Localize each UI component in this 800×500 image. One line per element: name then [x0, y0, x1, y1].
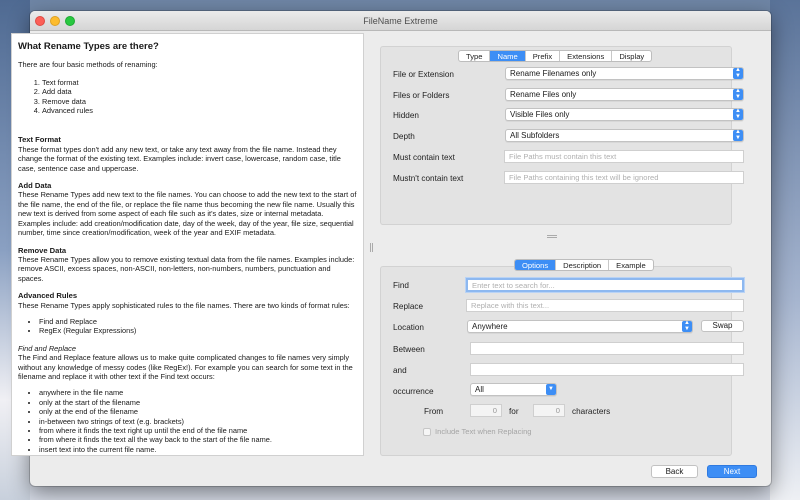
section-heading-add-data: Add Data: [18, 181, 52, 191]
chevron-updown-icon: ▲ ▼: [733, 129, 743, 141]
title-bar: FileName Extreme: [30, 11, 771, 31]
for-label: for: [509, 407, 519, 416]
files-or-folders-label: Files or Folders: [393, 91, 450, 100]
chevron-updown-icon: ▲ ▼: [733, 108, 743, 120]
find-input[interactable]: [466, 278, 744, 292]
include-text-option: Include Text when Replacing: [423, 427, 532, 436]
hidden-label: Hidden: [393, 111, 419, 120]
find-replace-heading: Find and Replace: [18, 343, 76, 353]
next-label: Next: [723, 467, 741, 476]
tab-type[interactable]: Type: [459, 51, 491, 61]
help-document: What Rename Types are there? There are f…: [11, 33, 364, 456]
file-or-extension-select[interactable]: Rename Filenames only ▲ ▼: [505, 67, 744, 80]
chevron-updown-icon: ▲ ▼: [682, 320, 692, 332]
section-heading-text-format: Text Format: [18, 135, 61, 145]
find-label: Find: [393, 281, 409, 290]
next-button[interactable]: Next: [707, 465, 757, 478]
window-title: FileName Extreme: [363, 16, 438, 26]
back-button[interactable]: Back: [651, 465, 698, 478]
list-item: Find and Replace: [39, 317, 357, 326]
between-start-input[interactable]: [470, 342, 744, 355]
chevron-updown-icon: ▲ ▼: [733, 67, 743, 79]
tab-description[interactable]: Description: [556, 260, 610, 270]
occurrence-select[interactable]: All ▼: [470, 383, 557, 396]
list-item: RegEx (Regular Expressions): [39, 326, 357, 335]
rule-kinds-list: Find and Replace RegEx (Regular Expressi…: [39, 317, 357, 336]
must-contain-label: Must contain text: [393, 153, 455, 162]
mustnt-contain-input[interactable]: [504, 171, 744, 184]
close-window-button[interactable]: [35, 16, 45, 26]
between-label: Between: [393, 345, 425, 354]
tab-options[interactable]: Options: [515, 260, 557, 270]
list-item: from where it finds the text right up un…: [39, 426, 357, 435]
find-replace-body: The Find and Replace feature allows us t…: [18, 353, 353, 381]
list-item: only at the start of the filename: [39, 398, 357, 407]
replace-input[interactable]: [466, 299, 744, 312]
location-select[interactable]: Anywhere ▲ ▼: [467, 320, 693, 333]
location-label: Location: [393, 323, 424, 332]
list-item: Advanced rules: [42, 106, 357, 115]
tab-prefix[interactable]: Prefix: [526, 51, 561, 61]
swap-label: Swap: [712, 321, 733, 330]
characters-label: characters: [572, 407, 611, 416]
files-or-folders-value: Rename Files only: [510, 90, 577, 99]
list-item: from where it finds the text all the way…: [39, 435, 357, 444]
from-stepper[interactable]: 0: [470, 404, 502, 417]
list-item: Add data: [42, 87, 357, 96]
section-body-text-format: These format types don't add any new tex…: [18, 144, 341, 173]
for-stepper[interactable]: 0: [533, 404, 565, 417]
location-value: Anywhere: [472, 322, 508, 331]
tab-extensions[interactable]: Extensions: [560, 51, 613, 61]
file-or-extension-value: Rename Filenames only: [510, 69, 597, 78]
tab-example[interactable]: Example: [609, 260, 653, 270]
section-body-remove-data: These Rename Types allow you to remove e…: [18, 254, 355, 283]
include-text-label: Include Text when Replacing: [435, 427, 532, 436]
section-body-advanced-rules: These Rename Types apply sophisticated r…: [18, 300, 350, 310]
hidden-select[interactable]: Visible Files only ▲ ▼: [505, 108, 744, 121]
and-label: and: [393, 366, 407, 375]
depth-label: Depth: [393, 132, 415, 141]
methods-list: Text format Add data Remove data Advance…: [42, 78, 357, 116]
list-item: in-between two strings of text (e.g. bra…: [39, 417, 357, 426]
list-item: Text format: [42, 78, 357, 87]
swap-button[interactable]: Swap: [701, 320, 744, 332]
file-or-extension-label: File or Extension: [393, 70, 454, 79]
vertical-split-handle[interactable]: [370, 243, 373, 252]
doc-intro: There are four basic methods of renaming…: [18, 60, 158, 70]
horizontal-split-handle[interactable]: [547, 235, 557, 238]
mustnt-contain-label: Mustn't contain text: [393, 174, 464, 183]
list-item: anywhere in the file name: [39, 388, 357, 397]
section-heading-remove-data: Remove Data: [18, 245, 67, 255]
doc-title: What Rename Types are there?: [18, 41, 159, 52]
tab-name[interactable]: Name: [490, 51, 526, 61]
tab-display[interactable]: Display: [612, 51, 651, 61]
files-or-folders-select[interactable]: Rename Files only ▲ ▼: [505, 88, 744, 101]
depth-value: All Subfolders: [510, 131, 560, 140]
from-label: From: [424, 407, 444, 416]
occurrence-value: All: [475, 385, 484, 394]
list-item: Remove data: [42, 97, 357, 106]
occurrence-label: occurrence: [393, 387, 434, 396]
chevron-down-icon: ▼: [546, 384, 556, 395]
must-contain-input[interactable]: [504, 150, 744, 163]
hidden-value: Visible Files only: [510, 110, 570, 119]
depth-select[interactable]: All Subfolders ▲ ▼: [505, 129, 744, 142]
between-end-input[interactable]: [470, 363, 744, 376]
find-positions-list: anywhere in the file name only at the st…: [39, 388, 357, 454]
section-heading-advanced-rules: Advanced Rules: [18, 291, 78, 301]
replace-label: Replace: [393, 302, 424, 311]
section-body-add-data: These Rename Types add new text to the f…: [18, 190, 357, 238]
list-item: insert text into the current file name.: [39, 445, 357, 454]
zoom-window-button[interactable]: [65, 16, 75, 26]
desktop-wallpaper-right: [770, 0, 800, 500]
chevron-updown-icon: ▲ ▼: [733, 88, 743, 100]
minimize-window-button[interactable]: [50, 16, 60, 26]
back-label: Back: [665, 467, 684, 476]
include-text-checkbox[interactable]: [423, 427, 431, 436]
options-tabs: Options Description Example: [514, 259, 654, 271]
settings-tabs: Type Name Prefix Extensions Display: [458, 50, 653, 62]
list-item: only at the end of the filename: [39, 407, 357, 416]
